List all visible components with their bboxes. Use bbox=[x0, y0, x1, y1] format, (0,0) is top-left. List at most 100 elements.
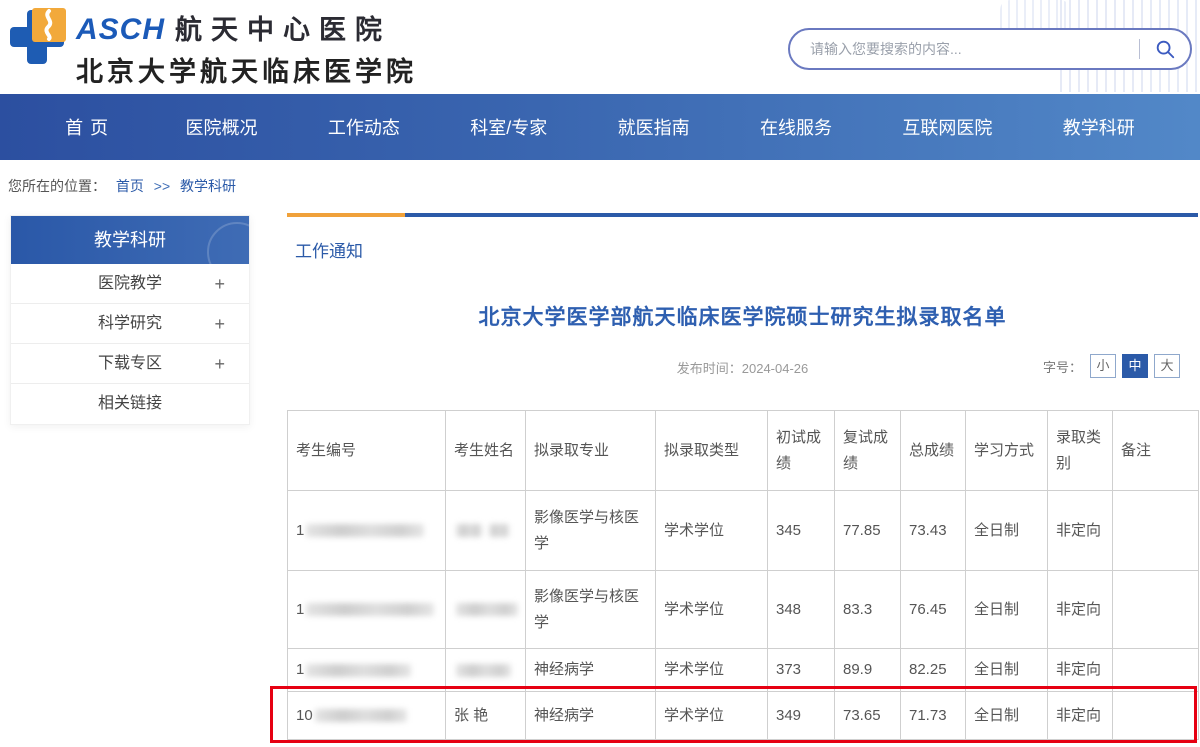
cell-admission-category: 非定向 bbox=[1048, 571, 1113, 649]
section-tab-work-notice[interactable]: 工作通知 bbox=[295, 237, 363, 262]
redacted-blur bbox=[456, 524, 482, 537]
cell-candidate-name bbox=[446, 571, 526, 649]
cell-admission-type: 学术学位 bbox=[656, 649, 768, 692]
table-row: 1 神经病学 学术学位 373 89.9 82.25 全日制 非定向 bbox=[288, 649, 1199, 692]
breadcrumb-home-link[interactable]: 首页 bbox=[116, 178, 144, 194]
cell-initial-score: 373 bbox=[768, 649, 835, 692]
article-content: 工作通知 北京大学医学部航天临床医学院硕士研究生拟录取名单 发布时间：2024-… bbox=[287, 213, 1198, 747]
font-size-small-button[interactable]: 小 bbox=[1090, 354, 1116, 378]
cell-candidate-name bbox=[446, 649, 526, 692]
cell-retest-score: 73.65 bbox=[835, 692, 901, 740]
cell-study-mode: 全日制 bbox=[966, 649, 1048, 692]
search-box[interactable] bbox=[788, 28, 1192, 70]
sidebar-item-download-zone[interactable]: 下载专区 + bbox=[11, 344, 249, 384]
font-size-large-button[interactable]: 大 bbox=[1154, 354, 1180, 378]
sidebar-item-label: 医院教学 bbox=[98, 275, 162, 292]
hospital-logo[interactable]: ASCH 航天中心医院 北京大学航天临床医学院 bbox=[8, 8, 417, 89]
search-icon[interactable] bbox=[1154, 38, 1176, 60]
cell-total-score: 73.43 bbox=[901, 491, 966, 571]
cell-initial-score: 349 bbox=[768, 692, 835, 740]
breadcrumb: 您所在的位置： 首页 >> 教学科研 bbox=[8, 176, 242, 196]
redacted-blur bbox=[306, 603, 434, 616]
col-header-admission-type: 拟录取类型 bbox=[656, 411, 768, 491]
nav-item-teaching-research[interactable]: 教学科研 bbox=[1063, 114, 1135, 140]
cell-retest-score: 89.9 bbox=[835, 649, 901, 692]
brand-subtitle: 北京大学航天临床医学院 bbox=[76, 50, 417, 89]
col-header-admission-category: 录取类别 bbox=[1048, 411, 1113, 491]
col-header-study-mode: 学习方式 bbox=[966, 411, 1048, 491]
cell-admission-type: 学术学位 bbox=[656, 692, 768, 740]
main-nav: 首页 医院概况 工作动态 科室/专家 就医指南 在线服务 互联网医院 教学科研 bbox=[0, 94, 1200, 160]
cell-remark bbox=[1113, 649, 1199, 692]
cell-study-mode: 全日制 bbox=[966, 692, 1048, 740]
cell-candidate-number: 1 bbox=[288, 649, 446, 692]
sidebar-item-label: 科学研究 bbox=[98, 315, 162, 332]
cell-admission-type: 学术学位 bbox=[656, 571, 768, 649]
cell-remark bbox=[1113, 571, 1199, 649]
table-row: 1 影像医学与核医学 学术学位 348 83.3 76.45 全日制 非定向 bbox=[288, 571, 1199, 649]
cell-candidate-name: 张 艳 bbox=[446, 692, 526, 740]
cell-admission-category: 非定向 bbox=[1048, 649, 1113, 692]
redacted-blur bbox=[306, 524, 424, 537]
redacted-blur bbox=[456, 603, 518, 616]
search-input[interactable] bbox=[810, 41, 1133, 57]
cell-total-score: 71.73 bbox=[901, 692, 966, 740]
cell-admission-category: 非定向 bbox=[1048, 491, 1113, 571]
site-header: ASCH 航天中心医院 北京大学航天临床医学院 bbox=[0, 0, 1200, 94]
cell-study-mode: 全日制 bbox=[966, 491, 1048, 571]
cell-remark bbox=[1113, 491, 1199, 571]
table-header-row: 考生编号 考生姓名 拟录取专业 拟录取类型 初试成绩 复试成绩 总成绩 学习方式… bbox=[288, 411, 1199, 491]
cell-candidate-number: 10 bbox=[288, 692, 446, 740]
redacted-blur bbox=[306, 664, 411, 677]
cell-major: 神经病学 bbox=[526, 649, 656, 692]
plus-icon[interactable]: + bbox=[214, 304, 225, 344]
active-tab-indicator bbox=[287, 213, 405, 217]
col-header-total-score: 总成绩 bbox=[901, 411, 966, 491]
font-size-medium-button[interactable]: 中 bbox=[1122, 354, 1148, 378]
redacted-blur bbox=[489, 524, 509, 537]
nav-item-work-news[interactable]: 工作动态 bbox=[328, 114, 400, 140]
brand-name: 航天中心医院 bbox=[175, 8, 391, 47]
cell-total-score: 76.45 bbox=[901, 571, 966, 649]
sidebar: 教学科研 医院教学 + 科学研究 + 下载专区 + 相关链接 bbox=[10, 215, 250, 425]
nav-item-hospital-overview[interactable]: 医院概况 bbox=[186, 114, 258, 140]
sidebar-item-label: 下载专区 bbox=[98, 355, 162, 372]
table-row-highlighted: 10 张 艳 神经病学 学术学位 349 73.65 71.73 全日制 非定向 bbox=[288, 692, 1199, 740]
cell-initial-score: 345 bbox=[768, 491, 835, 571]
brand-acronym: ASCH bbox=[76, 13, 165, 47]
nav-item-visit-guide[interactable]: 就医指南 bbox=[618, 114, 690, 140]
content-top-line bbox=[287, 213, 1198, 217]
sidebar-item-label: 相关链接 bbox=[98, 395, 162, 412]
sidebar-title: 教学科研 bbox=[11, 216, 249, 264]
cell-candidate-number: 1 bbox=[288, 571, 446, 649]
cell-major: 影像医学与核医学 bbox=[526, 491, 656, 571]
sidebar-item-hospital-teaching[interactable]: 医院教学 + bbox=[11, 264, 249, 304]
plus-icon[interactable]: + bbox=[214, 264, 225, 304]
nav-item-departments-experts[interactable]: 科室/专家 bbox=[470, 114, 547, 140]
cell-retest-score: 77.85 bbox=[835, 491, 901, 571]
nav-item-internet-hospital[interactable]: 互联网医院 bbox=[902, 114, 992, 140]
font-size-control: 字号： 小 中 大 bbox=[1043, 354, 1180, 378]
nav-item-online-services[interactable]: 在线服务 bbox=[760, 114, 832, 140]
plus-icon[interactable]: + bbox=[214, 344, 225, 384]
page: ASCH 航天中心医院 北京大学航天临床医学院 首页 医院概况 工作动态 科室/… bbox=[0, 0, 1200, 747]
admission-list-table: 考生编号 考生姓名 拟录取专业 拟录取类型 初试成绩 复试成绩 总成绩 学习方式… bbox=[287, 410, 1199, 740]
cell-admission-category: 非定向 bbox=[1048, 692, 1113, 740]
cell-remark bbox=[1113, 692, 1199, 740]
breadcrumb-separator: >> bbox=[154, 178, 170, 194]
table-row: 1 影像医学与核医学 学术学位 345 77.85 73.43 全日制 非定向 bbox=[288, 491, 1199, 571]
breadcrumb-current-link[interactable]: 教学科研 bbox=[180, 178, 236, 194]
cell-candidate-number: 1 bbox=[288, 491, 446, 571]
redacted-blur bbox=[315, 709, 407, 722]
nav-item-home[interactable]: 首页 bbox=[65, 114, 115, 140]
col-header-major: 拟录取专业 bbox=[526, 411, 656, 491]
article-meta-row: 发布时间：2024-04-26 字号： 小 中 大 bbox=[287, 354, 1198, 382]
sidebar-item-related-links[interactable]: 相关链接 bbox=[11, 384, 249, 424]
sidebar-item-scientific-research[interactable]: 科学研究 + bbox=[11, 304, 249, 344]
cell-initial-score: 348 bbox=[768, 571, 835, 649]
cell-retest-score: 83.3 bbox=[835, 571, 901, 649]
col-header-initial-score: 初试成绩 bbox=[768, 411, 835, 491]
search-divider bbox=[1139, 39, 1140, 59]
cell-major: 神经病学 bbox=[526, 692, 656, 740]
cell-admission-type: 学术学位 bbox=[656, 491, 768, 571]
